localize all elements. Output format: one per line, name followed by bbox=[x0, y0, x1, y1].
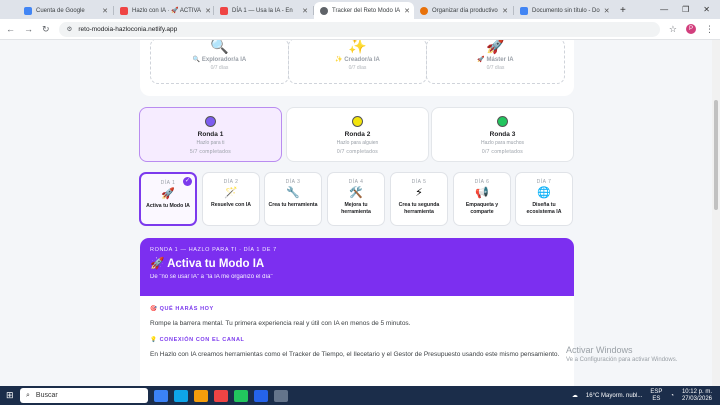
wrench-icon: 🔧 bbox=[286, 187, 300, 199]
back-icon[interactable]: ← bbox=[6, 24, 15, 34]
reload-icon[interactable]: ↻ bbox=[42, 24, 50, 35]
url-field[interactable]: ⚙ reto-modoia-hazloconia.netlify.app bbox=[58, 21, 660, 37]
hero-subtitle: De "no sé usar IA" a "la IA me organizó … bbox=[150, 274, 273, 280]
section-text: Rompe la barrera mental. Tu primera expe… bbox=[150, 320, 411, 327]
day-6-card[interactable]: DÍA 6 📢 Empaqueta y comparte bbox=[453, 172, 511, 226]
magic-wand-icon: 🪄 bbox=[224, 187, 238, 199]
page-scrollbar[interactable] bbox=[712, 40, 720, 386]
close-icon[interactable]: ✕ bbox=[502, 7, 508, 15]
globe-icon: 🌐 bbox=[537, 187, 551, 199]
section-text: En Hazlo con IA creamos herramientas com… bbox=[150, 351, 560, 358]
hero-title: 🚀 Activa tu Modo IA bbox=[150, 258, 265, 270]
tab-tracker[interactable]: Tracker del Reto Modo IA ✕ bbox=[314, 2, 414, 19]
ronda-3-card[interactable]: Ronda 3 Hazlo para muchos 0/7 completado… bbox=[431, 107, 574, 162]
chrome-icon[interactable] bbox=[214, 389, 228, 402]
scrollbar-thumb[interactable] bbox=[714, 100, 718, 210]
rocket-icon: 🚀 bbox=[161, 188, 175, 200]
chat-icon bbox=[420, 6, 428, 15]
close-icon[interactable]: ✕ bbox=[604, 7, 610, 15]
windows-activation-watermark: Activar Windows Ve a Configuración para … bbox=[566, 345, 678, 363]
medals-card: 🔍 🔍 Explorador/a IA 0/7 días ✨ ✨ Creador… bbox=[140, 40, 574, 96]
window-controls: — ❐ ✕ bbox=[650, 0, 720, 19]
tab-dia-1[interactable]: DÍA 1 — Usa la IA - En ✕ bbox=[214, 2, 314, 19]
windows-start-icon[interactable]: ⊞ bbox=[6, 390, 14, 401]
restore-icon[interactable]: ❐ bbox=[682, 5, 689, 14]
search-icon: ⌕ bbox=[26, 391, 30, 399]
tab-organizar[interactable]: Organizar día productivo ✕ bbox=[414, 2, 514, 19]
tab-cuenta-google[interactable]: Cuenta de Google ✕ bbox=[18, 2, 114, 19]
profile-avatar[interactable]: P bbox=[686, 24, 696, 34]
app-icon[interactable] bbox=[274, 389, 288, 402]
youtube-icon bbox=[220, 6, 228, 15]
close-icon[interactable]: ✕ bbox=[205, 7, 211, 15]
day-1-card[interactable]: ✓ DÍA 1 🚀 Activa tu Modo IA bbox=[139, 172, 197, 226]
youtube-icon bbox=[120, 6, 128, 15]
medal-creador: ✨ ✨ Creador/a IA 0/7 días bbox=[288, 40, 427, 84]
section-heading: 🎯 QUÉ HARÁS HOY bbox=[150, 306, 214, 312]
ronda-2-dot bbox=[352, 116, 363, 127]
megaphone-icon: 📢 bbox=[475, 187, 489, 199]
close-window-icon[interactable]: ✕ bbox=[703, 5, 710, 14]
ronda-1-dot bbox=[205, 116, 216, 127]
section-heading: 💡 CONEXIÓN CON EL CANAL bbox=[150, 337, 245, 343]
close-icon[interactable]: ✕ bbox=[404, 7, 410, 15]
google-icon bbox=[24, 6, 32, 15]
edge-icon[interactable] bbox=[174, 389, 188, 402]
close-icon[interactable]: ✕ bbox=[102, 7, 108, 15]
site-info-icon[interactable]: ⚙ bbox=[67, 25, 73, 33]
day-3-card[interactable]: DÍA 3 🔧 Crea tu herramienta bbox=[264, 172, 322, 226]
weather-icon: ☁ bbox=[571, 393, 578, 399]
netlify-icon bbox=[320, 6, 328, 15]
day-2-card[interactable]: DÍA 2 🪄 Resuelve con IA bbox=[202, 172, 260, 226]
taskbar-search[interactable]: ⌕ Buscar bbox=[20, 388, 148, 403]
system-tray: ☁ 16°C Mayorm. nubl... ESP ES ◔ 10:12 p. … bbox=[571, 388, 712, 403]
tab-hazlo-con-ia[interactable]: Hazlo con IA · 🚀 ACTIVA ✕ bbox=[114, 2, 214, 19]
sparkles-icon: ✨ bbox=[348, 40, 367, 55]
rocket-icon: 🚀 bbox=[486, 40, 505, 55]
hero-kicker: RONDA 1 — HAZLO PARA TI · DÍA 1 DE 7 bbox=[150, 247, 277, 253]
mail-icon[interactable] bbox=[254, 389, 268, 402]
address-bar: ← → ↻ ⚙ reto-modoia-hazloconia.netlify.a… bbox=[0, 19, 720, 40]
day-7-card[interactable]: DÍA 7 🌐 Diseña tu ecosistema IA bbox=[515, 172, 573, 226]
tools-icon: 🛠️ bbox=[349, 187, 363, 199]
close-icon[interactable]: ✕ bbox=[302, 7, 308, 15]
language-indicator[interactable]: ESP ES bbox=[650, 389, 662, 403]
file-explorer-icon[interactable] bbox=[194, 389, 208, 402]
check-icon: ✓ bbox=[183, 177, 192, 186]
day-4-card[interactable]: DÍA 4 🛠️ Mejora tu herramienta bbox=[327, 172, 385, 226]
task-view-icon[interactable] bbox=[154, 389, 168, 402]
lightning-icon: ⚡ bbox=[415, 187, 423, 199]
docs-icon bbox=[520, 6, 528, 15]
clock[interactable]: 10:12 p. m. 27/03/2026 bbox=[682, 389, 712, 403]
page-viewport: 🔍 🔍 Explorador/a IA 0/7 días ✨ ✨ Creador… bbox=[0, 40, 720, 386]
ronda-3-dot bbox=[497, 116, 508, 127]
day-content: 🎯 QUÉ HARÁS HOY Rompe la barrera mental.… bbox=[140, 296, 574, 386]
wifi-icon[interactable]: ◔ bbox=[670, 393, 674, 399]
tab-documento[interactable]: Documento sin título - Do ✕ bbox=[514, 2, 614, 19]
new-tab-icon[interactable]: + bbox=[614, 5, 632, 19]
day-5-card[interactable]: DÍA 5 ⚡ Crea tu segunda herramienta bbox=[390, 172, 448, 226]
ronda-1-card[interactable]: Ronda 1 Hazlo para ti 5/7 completados bbox=[139, 107, 282, 162]
ronda-2-card[interactable]: Ronda 2 Hazlo para alguien 0/7 completad… bbox=[286, 107, 429, 162]
taskbar: ⊞ ⌕ Buscar ☁ 16°C Mayorm. nubl... ESP ES … bbox=[0, 386, 720, 405]
bookmark-star-icon[interactable]: ☆ bbox=[669, 24, 677, 35]
medal-explorador: 🔍 🔍 Explorador/a IA 0/7 días bbox=[150, 40, 289, 84]
magnifier-icon: 🔍 bbox=[210, 40, 229, 55]
browser-tab-strip: Cuenta de Google ✕ Hazlo con IA · 🚀 ACTIV… bbox=[0, 0, 720, 19]
menu-icon[interactable]: ⋮ bbox=[705, 24, 714, 35]
minimize-icon[interactable]: — bbox=[660, 5, 668, 14]
store-icon[interactable] bbox=[234, 389, 248, 402]
medal-master: 🚀 🚀 Máster IA 0/7 días bbox=[426, 40, 565, 84]
day-hero-banner: RONDA 1 — HAZLO PARA TI · DÍA 1 DE 7 🚀 A… bbox=[140, 238, 574, 296]
forward-icon[interactable]: → bbox=[24, 24, 33, 34]
